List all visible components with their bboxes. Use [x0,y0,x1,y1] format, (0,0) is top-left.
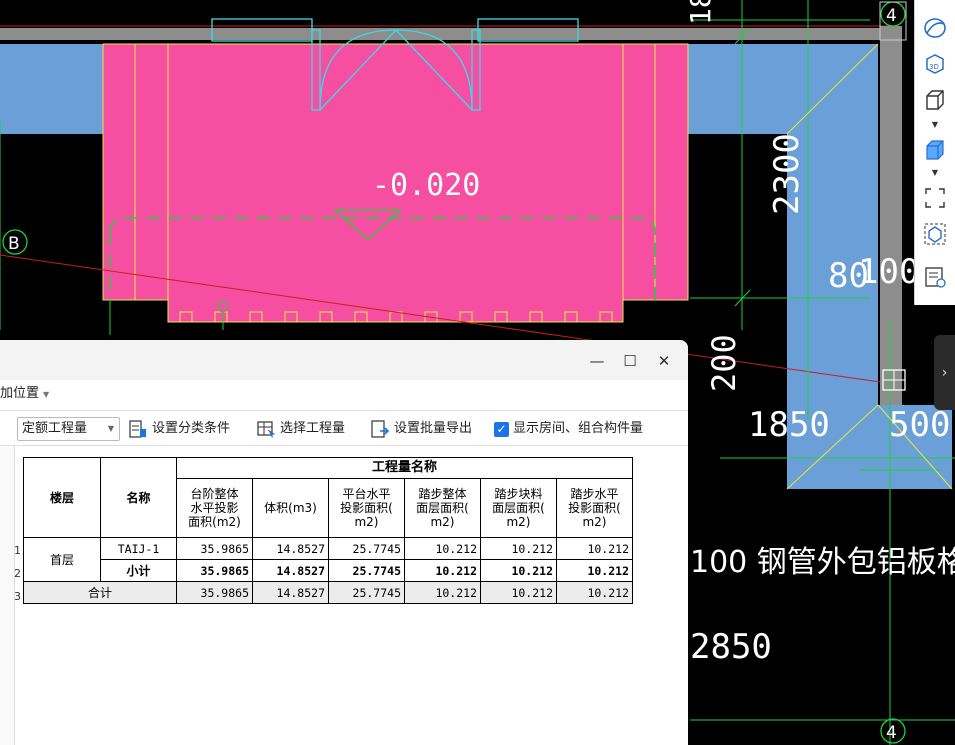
table-row-total[interactable]: 合计 35.9865 14.8527 25.7745 10.212 10.212… [23,581,633,604]
fullscreen-icon[interactable] [921,184,949,212]
chevron-down-icon: ▼ [107,424,114,433]
name-cell: TAIJ-1 [100,537,177,560]
position-label: 加位置 [0,386,40,401]
elevation-label: -0.020 [372,168,480,203]
quantity-table: 楼层 名称 工程量名称 台阶整体 水平投影 面积(m2) 体积(m3) 平台水平 投影… [23,457,633,604]
value-cell: 14.8527 [252,537,329,560]
batch-export-label: 设置批量导出 [394,421,473,436]
svg-text:3D: 3D [929,63,939,71]
close-icon[interactable]: ✕ [653,350,675,372]
select-quantity-button[interactable]: 选择工程量 [256,417,345,441]
show-rooms-label: 显示房间、组合构件量 [513,421,644,436]
row-number-2: 2 [14,567,21,580]
value-cell: 10.212 [404,559,481,582]
chevron-down-icon-2[interactable]: ▼ [929,168,941,178]
maximize-icon[interactable]: ☐ [619,350,641,372]
dim-100: 100 [858,252,919,292]
checkbox-checked-icon: ✓ [494,421,509,437]
value-cell: 10.212 [480,537,557,560]
col-header-1[interactable]: 体积(m3) [252,478,329,538]
chevron-right-icon: › [941,364,948,381]
row-number-1: 1 [14,544,21,557]
box-view-icon[interactable] [921,86,949,114]
select-quantity-label: 选择工程量 [280,421,346,436]
position-dropdown[interactable]: 加位置 ▼ [0,382,49,406]
value-cell: 35.9865 [176,537,253,560]
subtotal-label: 小计 [100,559,177,582]
group-header: 工程量名称 [176,457,633,479]
value-cell: 10.212 [480,559,557,582]
view-toolbar: 3D ▼ ▼ [914,0,955,305]
quantity-dialog: — ☐ ✕ 加位置 ▼ 定额工程量 ▼ 设置分类条件 选择工程量 设置批量导出 ✓… [0,340,688,745]
dim-200: 200 [705,334,743,392]
value-cell: 35.9865 [176,559,253,582]
col-name-header: 名称 [100,457,177,538]
display-settings-icon[interactable] [921,263,949,291]
value-cell: 25.7745 [328,581,405,604]
slab-left [0,44,103,134]
value-cell: 14.8527 [252,581,329,604]
value-cell: 10.212 [404,537,481,560]
value-cell: 14.8527 [252,559,329,582]
table-row-subtotal[interactable]: 小计 35.9865 14.8527 25.7745 10.212 10.212… [24,559,633,582]
value-cell: 10.212 [556,559,633,582]
orbit-view-icon[interactable] [921,14,949,42]
dialog-titlebar[interactable]: — ☐ ✕ [0,340,688,380]
chevron-down-icon: ▼ [43,390,50,399]
row-number-3: 3 [14,590,21,603]
dialog-toolbar: 定额工程量 ▼ 设置分类条件 选择工程量 设置批量导出 ✓ 显示房间、组合构件量 [0,410,688,446]
col-header-3[interactable]: 踏步整体 面层面积(m2) [404,478,481,538]
axis-4-top-label: 4 [886,6,897,26]
dim-500: 500 [889,405,950,445]
batch-export-button[interactable]: 设置批量导出 [370,417,472,441]
dim-18: 18 [684,0,717,25]
dim-2850: 2850 [690,627,772,667]
chevron-down-icon[interactable]: ▼ [929,120,941,130]
dim-2300: 2300 [767,133,807,215]
export-icon [371,420,390,438]
value-cell: 10.212 [404,581,481,604]
dim-1850: 1850 [748,405,830,445]
left-panel-strip[interactable] [0,446,15,745]
value-cell: 10.212 [480,581,557,604]
floor-cell: 首层 [23,537,101,582]
side-panel-toggle[interactable]: › [934,335,955,410]
component-view-icon[interactable] [921,220,949,248]
minimize-icon[interactable]: — [586,350,608,372]
quota-select-value: 定额工程量 [22,421,88,436]
table-select-icon [257,421,276,438]
table-row[interactable]: 首层 TAIJ-1 35.9865 14.8527 25.7745 10.212… [23,537,633,582]
value-cell: 25.7745 [328,559,405,582]
value-cell: 25.7745 [328,537,405,560]
wall-right [880,26,902,406]
col-header-2[interactable]: 平台水平 投影面积(m2) [328,478,405,538]
col-header-4[interactable]: 踏步块料 面层面积(m2) [480,478,557,538]
value-cell: 10.212 [556,581,633,604]
axis-4-bottom-label: 4 [886,723,897,743]
axis-b-label: B [8,234,20,254]
grille-note: 100 钢管外包铝板格栅 [690,545,955,580]
quota-select[interactable]: 定额工程量 ▼ [17,417,120,441]
total-label: 合计 [23,581,177,604]
show-rooms-checkbox[interactable]: ✓ 显示房间、组合构件量 [494,417,643,441]
set-category-button[interactable]: 设置分类条件 [128,417,230,441]
value-cell: 10.212 [556,537,633,560]
set-category-label: 设置分类条件 [152,421,231,436]
category-icon [129,420,146,438]
value-cell: 35.9865 [176,581,253,604]
solid-view-icon[interactable] [921,136,949,164]
col-header-5[interactable]: 踏步水平 投影面积(m2) [556,478,633,538]
3d-view-icon[interactable]: 3D [921,50,949,78]
col-floor-header: 楼层 [23,457,101,538]
col-header-0[interactable]: 台阶整体 水平投影 面积(m2) [176,478,253,538]
